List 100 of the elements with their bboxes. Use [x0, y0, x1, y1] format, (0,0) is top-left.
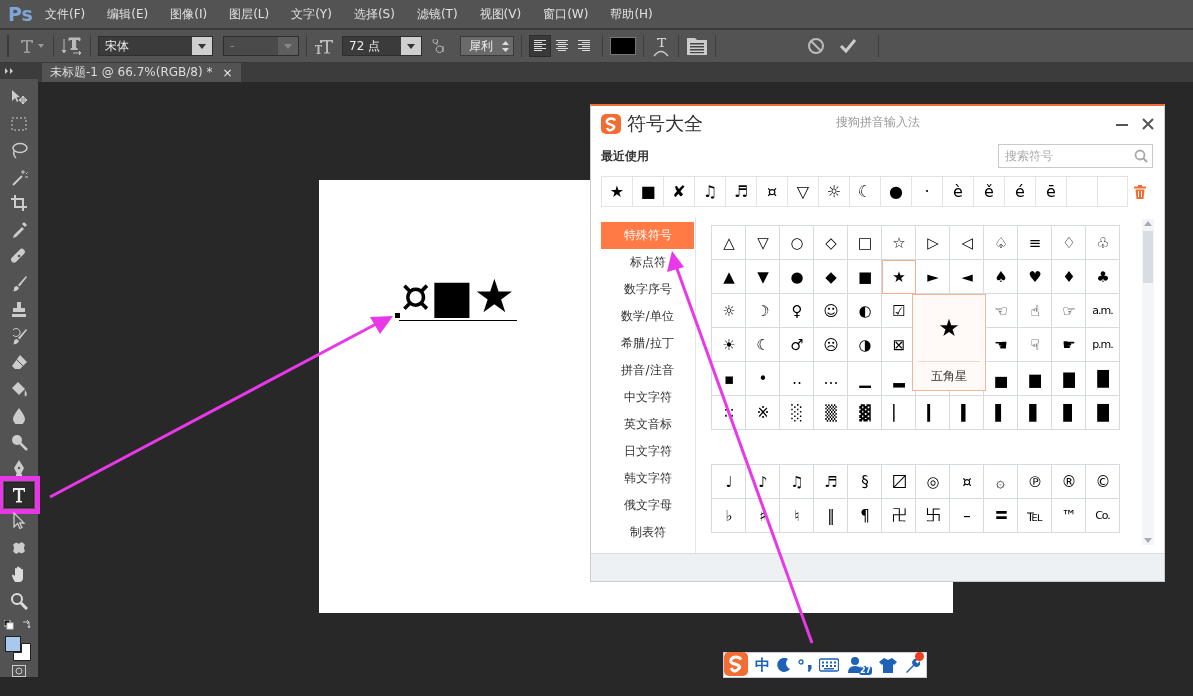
input-mode-toggle[interactable]: 中: [755, 655, 770, 675]
document-tab[interactable]: 未标题-1 @ 66.7%(RGB/8) * ×: [42, 63, 241, 82]
symbol-button[interactable]: ♧: [1086, 226, 1120, 260]
symbol-button[interactable]: ●: [880, 176, 911, 207]
menu-item[interactable]: 滤镜(T): [409, 2, 465, 26]
anti-alias-select[interactable]: 犀利: [460, 36, 514, 56]
symbol-button[interactable]: ★: [882, 260, 916, 294]
symbol-button[interactable]: ▁: [848, 362, 882, 396]
menu-item[interactable]: 文件(F): [38, 2, 93, 26]
symbol-button[interactable]: ◇: [814, 226, 848, 260]
symbol-button[interactable]: ✘: [663, 176, 694, 207]
symbol-button[interactable]: ‥: [780, 362, 814, 396]
symbol-button[interactable]: …: [814, 362, 848, 396]
category-item[interactable]: 俄文字母: [601, 492, 694, 519]
symbol-button[interactable]: ░: [780, 396, 814, 430]
symbol-button[interactable]: ™: [1052, 499, 1086, 533]
symbol-button[interactable]: □: [848, 226, 882, 260]
symbol-button[interactable]: ♥: [1018, 260, 1052, 294]
symbol-button[interactable]: ¶: [848, 499, 882, 533]
category-item[interactable]: 希腊/拉丁: [601, 330, 694, 357]
foreground-color-swatch[interactable]: [5, 636, 21, 653]
symbol-button[interactable]: ●: [780, 260, 814, 294]
symbol-button[interactable]: ☹: [814, 328, 848, 362]
menu-item[interactable]: 图层(L): [222, 2, 277, 26]
symbol-button[interactable]: ♫: [780, 465, 814, 499]
symbol-button[interactable]: ▍: [950, 396, 984, 430]
close-icon[interactable]: [1142, 118, 1154, 130]
symbol-button[interactable]: █: [1086, 396, 1120, 430]
symbol-button[interactable]: ♬: [814, 465, 848, 499]
collapse-icon[interactable]: [5, 68, 15, 75]
symbol-button[interactable]: ♢: [1052, 226, 1086, 260]
symbol-button[interactable]: ©: [1086, 465, 1120, 499]
symbol-button[interactable]: ▽: [746, 226, 780, 260]
symbol-button[interactable]: ♮: [780, 499, 814, 533]
swap-colors-icon[interactable]: [22, 620, 32, 631]
symbol-button[interactable]: ۞: [984, 465, 1018, 499]
symbol-button[interactable]: ¤: [756, 176, 787, 207]
category-item[interactable]: 韩文字符: [601, 465, 694, 492]
symbol-button[interactable]: ▎: [916, 396, 950, 430]
symbol-button[interactable]: ◆: [814, 260, 848, 294]
symbol-button[interactable]: ♣: [1086, 260, 1120, 294]
category-item[interactable]: 数字序号: [601, 276, 694, 303]
symbol-button[interactable]: ℗: [1018, 465, 1052, 499]
symbol-button[interactable]: ▊: [1052, 396, 1086, 430]
symbol-button[interactable]: ☝: [1018, 294, 1052, 328]
trash-icon[interactable]: [1134, 184, 1146, 199]
symbol-button[interactable]: –: [950, 499, 984, 533]
symbol-button[interactable]: ▪: [712, 362, 746, 396]
symbol-button[interactable]: ♠: [984, 260, 1018, 294]
symbol-button[interactable]: ☾: [849, 176, 880, 207]
menu-item[interactable]: 视图(V): [472, 2, 529, 26]
symbol-button[interactable]: ě: [973, 176, 1004, 207]
symbol-button[interactable]: ☞: [1052, 294, 1086, 328]
tab-close-button[interactable]: ×: [222, 65, 233, 80]
default-colors-icon[interactable]: [4, 620, 14, 631]
symbol-button[interactable]: ☀: [712, 328, 746, 362]
symbol-button[interactable]: ▇: [1052, 362, 1086, 396]
symbol-button[interactable]: 〓: [984, 499, 1018, 533]
keyboard-icon[interactable]: [819, 658, 839, 672]
font-family-dropdown[interactable]: 宋体: [98, 36, 213, 56]
category-item[interactable]: 拼音/注音: [601, 357, 694, 384]
symbol-button[interactable]: ▽: [787, 176, 818, 207]
symbol-button[interactable]: ☛: [1052, 328, 1086, 362]
symbol-button[interactable]: Co.: [1086, 499, 1120, 533]
symbol-button[interactable]: ▌: [984, 396, 1018, 430]
symbol-button[interactable]: ◎: [916, 465, 950, 499]
menu-item[interactable]: 窗口(W): [536, 2, 596, 26]
scrollbar-thumb[interactable]: [1143, 231, 1153, 283]
menu-item[interactable]: 图像(I): [163, 2, 215, 26]
symbol-button[interactable]: é: [1004, 176, 1035, 207]
warp-text-icon[interactable]: [651, 35, 671, 57]
symbol-button[interactable]: ♬: [725, 176, 756, 207]
symbol-button[interactable]: ★: [601, 176, 632, 207]
symbol-button[interactable]: ®: [1052, 465, 1086, 499]
symbol-button[interactable]: ☆: [882, 226, 916, 260]
panel-icon[interactable]: [686, 36, 708, 56]
symbol-button[interactable]: §: [848, 465, 882, 499]
symbol-button[interactable]: ▏: [882, 396, 916, 430]
symbol-button[interactable]: 卍: [882, 499, 916, 533]
symbol-button[interactable]: ♀: [780, 294, 814, 328]
symbol-button[interactable]: △: [712, 226, 746, 260]
type-tool-icon[interactable]: [18, 37, 36, 55]
text-color-swatch[interactable]: [610, 37, 636, 55]
moon-icon[interactable]: [777, 658, 791, 672]
cancel-icon[interactable]: [807, 37, 825, 55]
commit-checkmark-icon[interactable]: [839, 38, 857, 54]
symbol-button[interactable]: ♭: [712, 499, 746, 533]
menu-item[interactable]: 文字(Y): [284, 2, 339, 26]
symbol-button[interactable]: ♫: [694, 176, 725, 207]
symbol-button[interactable]: ♂: [780, 328, 814, 362]
symbol-button[interactable]: a.m.: [1086, 294, 1120, 328]
symbol-button[interactable]: ◑: [848, 328, 882, 362]
symbol-button[interactable]: ▼: [746, 260, 780, 294]
category-item[interactable]: 日文字符: [601, 438, 694, 465]
menu-item[interactable]: 选择(S): [346, 2, 402, 26]
symbol-button[interactable]: ♩: [712, 465, 746, 499]
symbol-button[interactable]: ♦: [1052, 260, 1086, 294]
symbol-button[interactable]: 〼: [882, 465, 916, 499]
symbol-button[interactable]: ☺: [814, 294, 848, 328]
symbol-button[interactable]: ē: [1035, 176, 1066, 207]
